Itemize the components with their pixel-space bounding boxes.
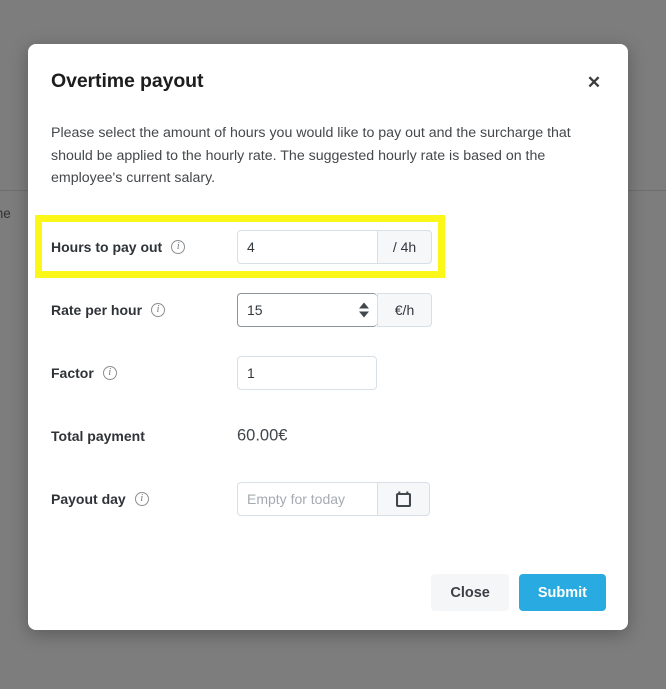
hours-to-pay-out-input[interactable]	[237, 229, 377, 264]
input-group-payout-day	[237, 481, 430, 516]
label-rate-text: Rate per hour	[51, 301, 143, 318]
info-icon-rate[interactable]: i	[151, 302, 166, 317]
label-factor: Factor i	[51, 365, 117, 381]
input-group-factor	[237, 355, 377, 390]
label-factor-text: Factor	[51, 364, 94, 381]
label-hours-text: Hours to pay out	[51, 238, 163, 255]
dialog-footer: Close Submit	[431, 574, 606, 611]
label-total-text: Total payment	[51, 427, 145, 444]
payout-day-input[interactable]	[237, 481, 377, 516]
row-total-payment: Total payment 60.00€	[28, 404, 628, 467]
label-hours-to-pay-out: Hours to pay out i	[51, 238, 186, 255]
label-payout-day: Payout day i	[51, 491, 149, 507]
close-button[interactable]: Close	[431, 574, 509, 611]
info-icon-payout-day[interactable]: i	[134, 491, 149, 506]
row-factor: Factor i	[28, 341, 628, 404]
row-payout-day: Payout day i	[28, 467, 628, 530]
info-icon-factor[interactable]: i	[102, 365, 117, 380]
factor-input[interactable]	[237, 355, 377, 390]
rate-suffix: €/h	[377, 292, 432, 327]
info-icon-hours[interactable]: i	[171, 239, 186, 254]
dialog-header: Overtime payout	[28, 44, 628, 93]
close-icon[interactable]: ✕	[582, 70, 606, 94]
label-rate-per-hour: Rate per hour i	[51, 301, 166, 318]
hours-suffix: / 4h	[377, 229, 432, 264]
overtime-payout-dialog: Overtime payout ✕ Please select the amou…	[28, 44, 628, 630]
spinner-up-down-icon[interactable]	[359, 302, 369, 317]
rate-input-wrapper	[237, 292, 377, 327]
label-total-payment: Total payment	[51, 428, 145, 444]
label-payout-day-text: Payout day	[51, 490, 126, 507]
input-group-rate: €/h	[237, 292, 432, 327]
input-group-hours: / 4h	[237, 229, 432, 264]
calendar-icon[interactable]	[377, 481, 430, 516]
rate-per-hour-input[interactable]	[237, 292, 377, 327]
dialog-title: Overtime payout	[51, 70, 204, 92]
form-fields: Hours to pay out i / 4h Rate per hour i	[28, 215, 628, 530]
submit-button[interactable]: Submit	[518, 574, 606, 611]
row-hours-to-pay-out: Hours to pay out i / 4h	[28, 215, 628, 278]
row-rate-per-hour: Rate per hour i €/h	[28, 278, 628, 341]
total-payment-value: 60.00€	[237, 426, 288, 444]
dialog-description: Please select the amount of hours you wo…	[51, 125, 571, 186]
